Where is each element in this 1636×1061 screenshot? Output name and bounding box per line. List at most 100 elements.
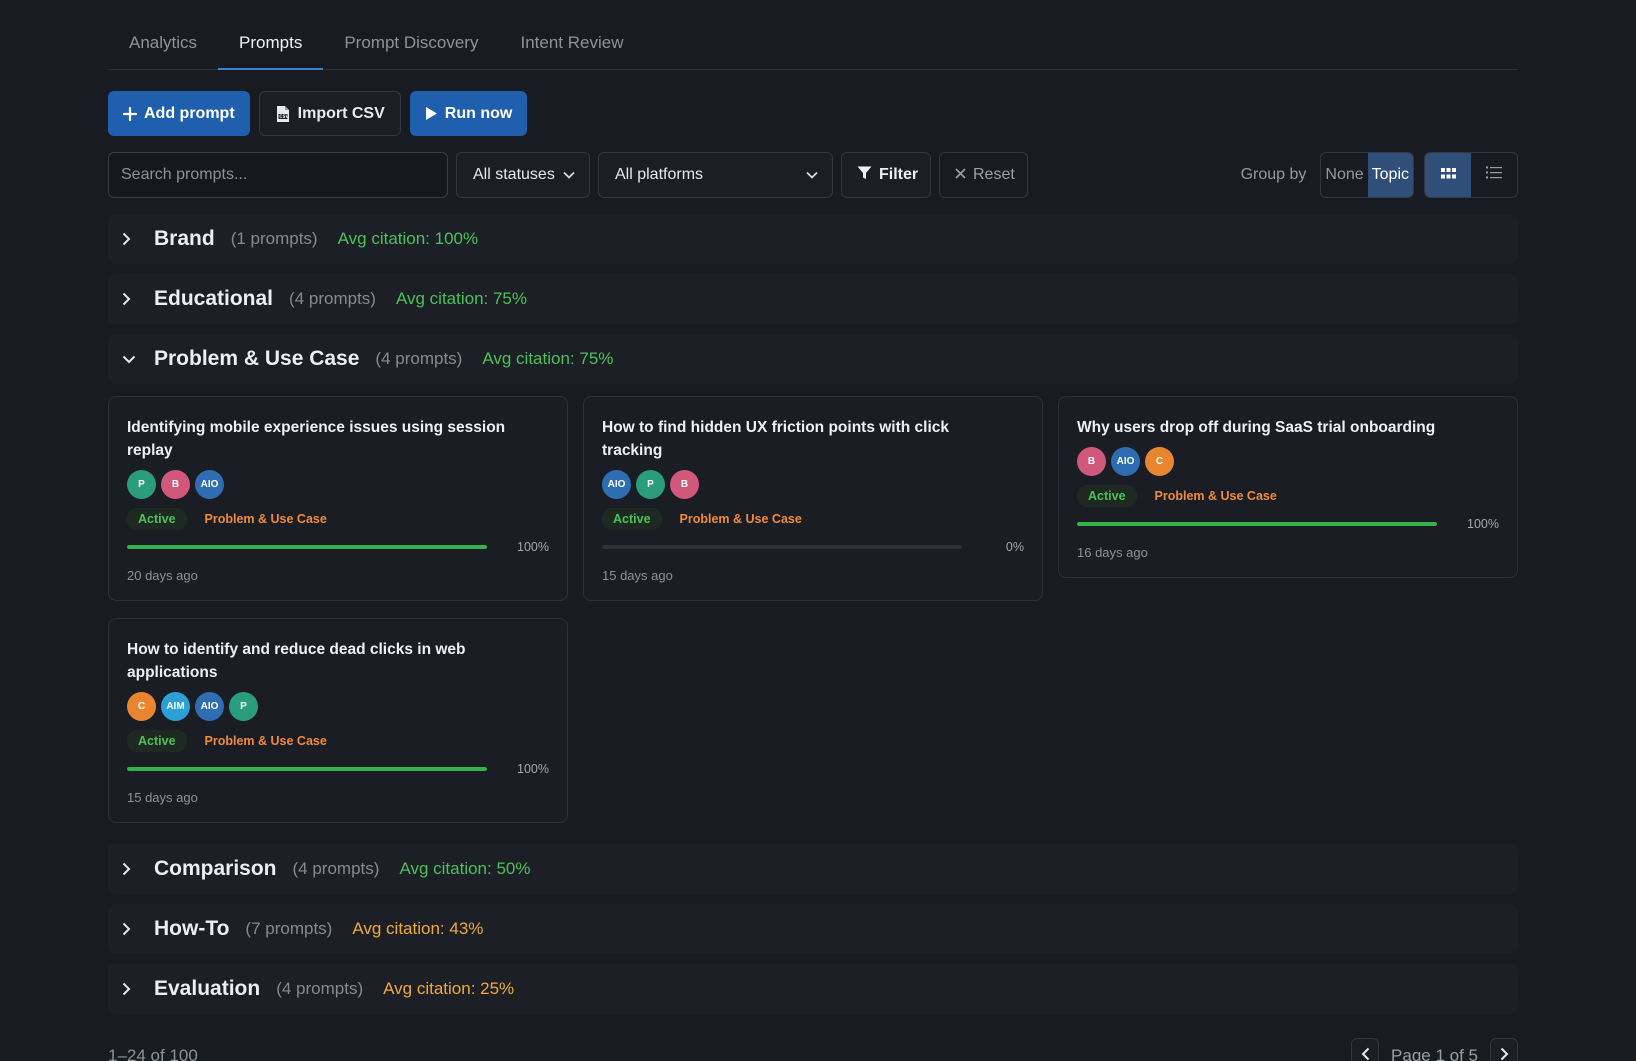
citation-bar — [127, 545, 487, 549]
pagination-footer: 1–24 of 100 Page 1 of 5 — [108, 1038, 1518, 1061]
topic-tag: Problem & Use Case — [204, 512, 327, 526]
platform-avatar: AIM — [161, 692, 190, 721]
platform-avatar: B — [1077, 447, 1106, 476]
topic-group-name: Educational — [154, 287, 274, 310]
topic-group-avg-citation: Avg citation: 75% — [482, 349, 614, 368]
topic-group-header[interactable]: Evaluation (4 prompts) Avg citation: 25% — [108, 964, 1518, 1014]
result-range: 1–24 of 100 — [108, 1046, 198, 1061]
add-prompt-label: Add prompt — [144, 104, 235, 122]
platform-avatar: C — [127, 692, 156, 721]
platform-select[interactable]: All platforms — [598, 152, 833, 198]
platform-avatars: C AIM AIO P — [127, 692, 549, 721]
platform-avatar: AIO — [602, 470, 631, 499]
topic-groups-bottom: Comparison (4 prompts) Avg citation: 50%… — [108, 844, 1518, 1014]
platform-avatar: P — [229, 692, 258, 721]
platform-avatar: P — [636, 470, 665, 499]
citation-progress: 100% — [1077, 517, 1499, 531]
topic-group-header[interactable]: How-To (7 prompts) Avg citation: 43% — [108, 904, 1518, 954]
group-by-topic-option[interactable]: Topic — [1367, 153, 1413, 197]
filter-button[interactable]: Filter — [841, 152, 931, 198]
search-input[interactable] — [108, 152, 448, 198]
topic-group-name: Problem & Use Case — [154, 347, 360, 370]
chevron-right-icon — [122, 922, 136, 936]
tab-intent-review[interactable]: Intent Review — [499, 0, 644, 69]
status-select[interactable]: All statuses — [456, 152, 590, 198]
topic-group-header[interactable]: Brand (1 prompts) Avg citation: 100% — [108, 214, 1518, 264]
topic-group-count: (4 prompts) — [375, 349, 463, 368]
prompts-page: Analytics Prompts Prompt Discovery Inten… — [108, 0, 1518, 1061]
topic-group-header[interactable]: Educational (4 prompts) Avg citation: 75… — [108, 274, 1518, 324]
action-toolbar: Add prompt CSV Import CSV Run now — [108, 91, 1518, 136]
topic-group-header[interactable]: Problem & Use Case (4 prompts) Avg citat… — [108, 334, 1518, 384]
topic-group-avg-citation: Avg citation: 25% — [383, 979, 515, 998]
view-mode-toggle — [1424, 152, 1518, 198]
topic-group-count: (4 prompts) — [292, 859, 380, 878]
topic-tag: Problem & Use Case — [204, 734, 327, 748]
citation-percent: 100% — [1467, 517, 1499, 531]
platform-avatars: P B AIO — [127, 470, 549, 499]
prompt-card[interactable]: How to find hidden UX friction points wi… — [583, 396, 1043, 601]
svg-text:CSV: CSV — [279, 114, 289, 119]
reset-label: Reset — [973, 166, 1015, 183]
prev-page-button[interactable] — [1351, 1038, 1380, 1061]
list-view-button[interactable] — [1471, 153, 1517, 197]
topic-group-count: (7 prompts) — [245, 919, 333, 938]
citation-progress: 0% — [602, 540, 1024, 554]
run-now-label: Run now — [444, 104, 513, 122]
chevron-right-icon — [122, 862, 136, 876]
status-badge: Active — [127, 730, 187, 752]
platform-avatar: C — [1145, 447, 1174, 476]
prompt-card[interactable]: Why users drop off during SaaS trial onb… — [1058, 396, 1518, 578]
add-prompt-button[interactable]: Add prompt — [108, 91, 250, 136]
csv-file-icon: CSV — [275, 105, 291, 123]
filter-label: Filter — [879, 166, 919, 183]
topic-group-name: Evaluation — [154, 977, 261, 1000]
platform-avatar: AIO — [1111, 447, 1140, 476]
chevron-down-icon — [806, 166, 818, 184]
filter-bar: All statuses All platforms Filter Reset … — [108, 152, 1518, 198]
platform-avatar: B — [670, 470, 699, 499]
topic-group-count: (4 prompts) — [289, 289, 376, 308]
chevron-right-icon — [122, 292, 136, 306]
prompt-age: 20 days ago — [127, 568, 198, 583]
topic-group-avg-citation: Avg citation: 100% — [337, 229, 479, 248]
tab-prompts[interactable]: Prompts — [218, 0, 324, 70]
status-select-value: All statuses — [473, 166, 555, 183]
reset-button[interactable]: Reset — [939, 152, 1028, 198]
prompt-title: How to identify and reduce dead clicks i… — [127, 641, 466, 681]
citation-bar — [1077, 522, 1437, 526]
group-by-label: Group by — [1240, 166, 1307, 183]
chevron-left-icon — [1361, 1047, 1370, 1061]
topic-group-avg-citation: Avg citation: 75% — [395, 289, 527, 308]
group-by-none-option[interactable]: None — [1321, 153, 1367, 197]
tab-prompt-discovery[interactable]: Prompt Discovery — [323, 0, 499, 69]
tab-bar: Analytics Prompts Prompt Discovery Inten… — [108, 0, 1518, 70]
prompt-card[interactable]: How to identify and reduce dead clicks i… — [108, 618, 568, 823]
play-icon — [425, 106, 438, 121]
tab-analytics[interactable]: Analytics — [108, 0, 218, 69]
group-by-toggle: None Topic — [1320, 152, 1414, 198]
prompt-age: 16 days ago — [1077, 545, 1148, 560]
prompt-title: How to find hidden UX friction points wi… — [602, 419, 950, 459]
platform-avatars: B AIO C — [1077, 447, 1499, 476]
grid-icon — [1440, 166, 1456, 184]
run-now-button[interactable]: Run now — [409, 91, 528, 136]
grid-view-button[interactable] — [1425, 153, 1471, 197]
next-page-button[interactable] — [1490, 1038, 1518, 1061]
import-csv-button[interactable]: CSV Import CSV — [258, 91, 401, 136]
prompt-title: Identifying mobile experience issues usi… — [127, 419, 506, 459]
list-icon — [1486, 166, 1502, 184]
platform-avatar: AIO — [195, 692, 224, 721]
prompt-tags: Active Problem & Use Case — [1077, 485, 1499, 507]
plus-icon — [123, 106, 137, 121]
platform-avatar: B — [161, 470, 190, 499]
topic-group-header[interactable]: Comparison (4 prompts) Avg citation: 50% — [108, 844, 1518, 894]
prompt-card[interactable]: Identifying mobile experience issues usi… — [108, 396, 568, 601]
prompt-tags: Active Problem & Use Case — [127, 508, 549, 530]
topic-tag: Problem & Use Case — [1154, 489, 1277, 503]
topic-tag: Problem & Use Case — [679, 512, 802, 526]
prompt-tags: Active Problem & Use Case — [127, 730, 549, 752]
citation-bar-fill — [127, 767, 487, 771]
citation-progress: 100% — [127, 762, 549, 776]
pager: Page 1 of 5 — [1351, 1038, 1518, 1061]
